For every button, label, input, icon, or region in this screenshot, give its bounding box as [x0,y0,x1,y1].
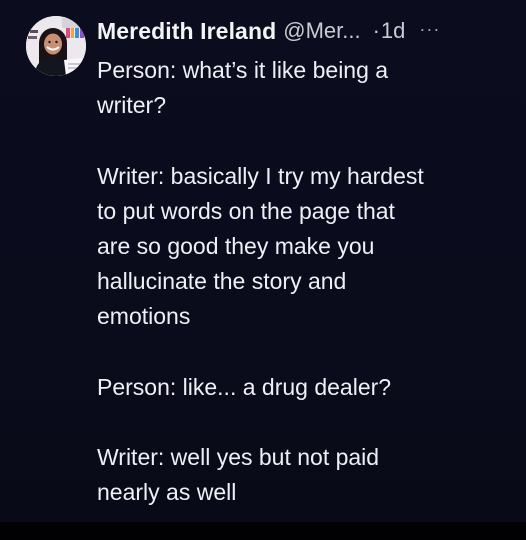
author-handle[interactable]: @Mer... [283,18,360,44]
tweet-text-line: hallucinate the story and [97,268,347,295]
tweet-header: Meredith Ireland @Mer... · 1d ··· [97,15,507,47]
tweet-text-line: nearly as well [97,479,237,506]
tweet-text-line: to put words on the page that [97,197,395,224]
tweet-text-line: writer? [97,92,167,119]
tweet-timestamp[interactable]: 1d [381,18,405,44]
paragraph-break [97,123,507,158]
more-options-icon[interactable]: ··· [419,19,440,40]
profile-photo-icon [26,16,86,76]
paragraph-break [97,335,507,370]
paragraph-break [97,405,507,440]
tweet-text-line: emotions [97,303,191,330]
tweet-text-line: Person: like... a drug dealer? [97,373,392,400]
tweet-text-line: Person: what’s it like being a [97,57,389,83]
tweet-text-line: Writer: basically I try my hardest [97,162,424,189]
tweet-text: Person: what’s it like being a writer? W… [97,53,507,511]
tweet-text-line: Writer: well yes but not paid [97,444,380,471]
avatar[interactable] [26,16,86,76]
author-name[interactable]: Meredith Ireland [97,18,276,45]
dot-separator: · [372,18,380,43]
tweet-text-line: are so good they make you [97,233,375,259]
bottom-edge-bar [0,522,526,540]
tweet-card: Meredith Ireland @Mer... · 1d ··· Person… [0,0,526,540]
